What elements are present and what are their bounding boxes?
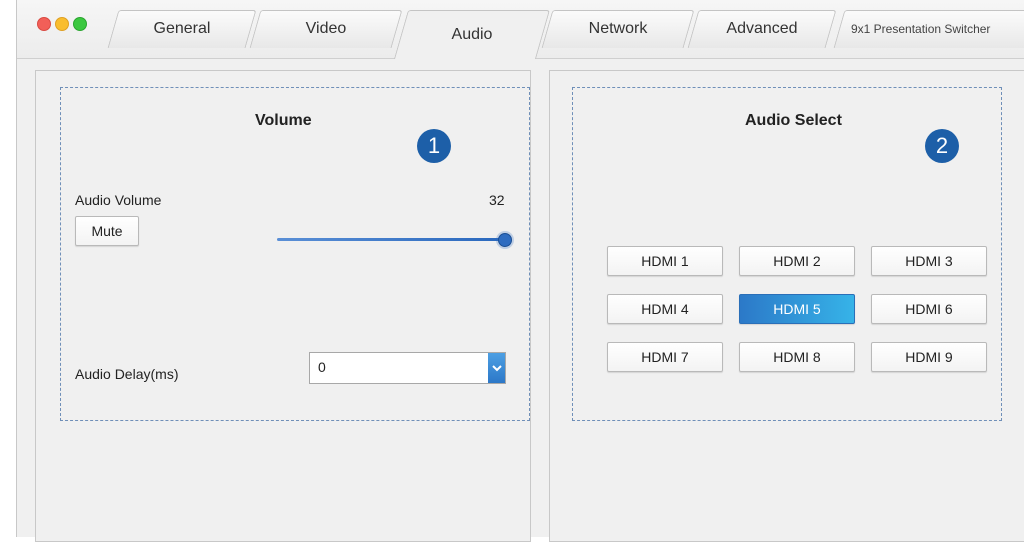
tab-audio[interactable]: Audio	[393, 10, 551, 59]
volume-group: Volume 1 Audio Volume 32 Mute Audio Dela…	[60, 87, 530, 421]
volume-title: Volume	[255, 112, 312, 129]
hdmi-button-4[interactable]: HDMI 4	[607, 294, 723, 324]
audio-select-group: Audio Select 2 HDMI 1 HDMI 2 HDMI 3 HDMI 4 H…	[572, 87, 1002, 421]
zoom-icon[interactable]	[73, 17, 87, 31]
hdmi-button-8[interactable]: HDMI 8	[739, 342, 855, 372]
audio-volume-label: Audio Volume	[75, 192, 162, 208]
minimize-icon[interactable]	[55, 17, 69, 31]
audio-delay-label: Audio Delay(ms)	[75, 366, 179, 382]
audio-select-panel: Audio Select 2 HDMI 1 HDMI 2 HDMI 3 HDMI 4 H…	[549, 70, 1024, 542]
tab-advanced[interactable]: Advanced	[687, 10, 837, 48]
title-bar: General Video Audio Network Advanced 9x1…	[17, 0, 1024, 59]
app-title: 9x1 Presentation Switcher	[851, 22, 991, 36]
tab-label: Audio	[451, 25, 493, 43]
audio-volume-slider-thumb[interactable]	[498, 233, 512, 247]
badge-2: 2	[925, 129, 959, 163]
tab-general[interactable]: General	[107, 10, 257, 48]
hdmi-button-5[interactable]: HDMI 5	[739, 294, 855, 324]
hdmi-button-6[interactable]: HDMI 6	[871, 294, 987, 324]
audio-delay-value: 0	[318, 359, 326, 375]
hdmi-button-3[interactable]: HDMI 3	[871, 246, 987, 276]
audio-volume-slider-track[interactable]	[277, 238, 505, 241]
audio-select-title: Audio Select	[745, 112, 842, 129]
app-title-tab: 9x1 Presentation Switcher	[833, 10, 1024, 48]
close-icon[interactable]	[37, 17, 51, 31]
tab-label: Video	[305, 20, 347, 37]
hdmi-button-7[interactable]: HDMI 7	[607, 342, 723, 372]
tab-video[interactable]: Video	[249, 10, 403, 48]
app-window: General Video Audio Network Advanced 9x1…	[16, 0, 1024, 542]
audio-delay-select[interactable]: 0	[309, 352, 506, 384]
tab-label: Network	[588, 20, 648, 37]
tab-label: General	[153, 20, 211, 37]
volume-panel: Volume 1 Audio Volume 32 Mute Audio Dela…	[35, 70, 531, 542]
tab-label: Advanced	[726, 20, 798, 37]
hdmi-button-9[interactable]: HDMI 9	[871, 342, 987, 372]
badge-1: 1	[417, 129, 451, 163]
hdmi-button-2[interactable]: HDMI 2	[739, 246, 855, 276]
audio-volume-value: 32	[489, 192, 505, 208]
hdmi-button-1[interactable]: HDMI 1	[607, 246, 723, 276]
tab-network[interactable]: Network	[541, 10, 695, 48]
chevron-down-icon[interactable]	[488, 353, 505, 383]
mute-button[interactable]: Mute	[75, 216, 139, 246]
